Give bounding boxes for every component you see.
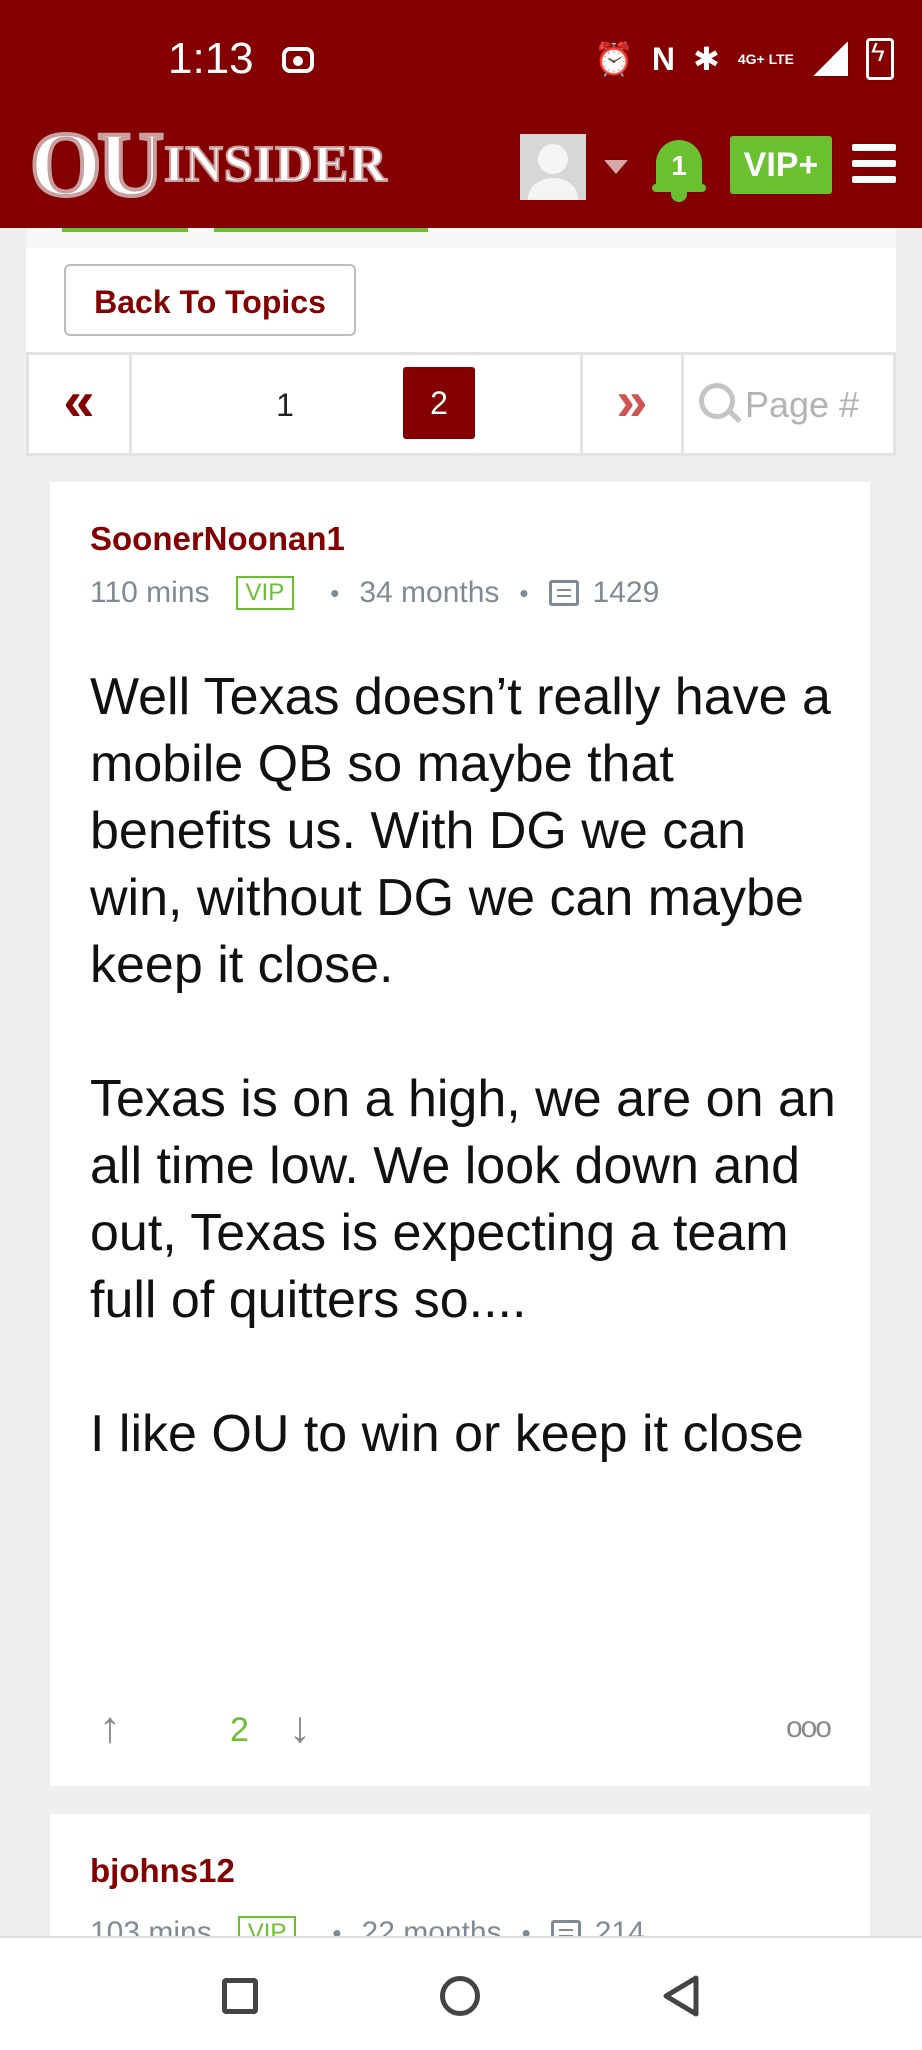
post-meta: 110 mins VIP • 34 months • 1429 <box>90 576 659 610</box>
app-header: 1:13 ⏰ N ✱ 4G+ LTE OU INSIDER 1 VIP+ <box>0 0 922 228</box>
vote-count: 2 <box>230 1711 249 1749</box>
bluetooth-battery-icon: ✱ <box>693 41 720 77</box>
system-navigation-bar <box>0 1936 922 2050</box>
recent-apps-icon[interactable] <box>222 1978 258 2014</box>
vip-badge: VIP <box>235 576 295 610</box>
battery-icon <box>866 37 894 80</box>
nfc-icon: N <box>651 40 676 77</box>
notifications-bell-icon[interactable]: 1 <box>652 130 706 206</box>
signal-icon <box>812 42 848 76</box>
ou-insider-logo[interactable]: OU INSIDER <box>28 113 388 215</box>
post-actions: ↑ 2 ↓ ooo <box>90 1700 832 1760</box>
post-paragraph: Well Texas doesn’t really have a mobile … <box>90 668 831 994</box>
pagination: « 1 2 » <box>26 352 896 456</box>
page-1-link[interactable]: 1 <box>249 369 321 441</box>
network-type: 4G+ LTE <box>737 50 794 67</box>
logo-ou: OU <box>28 113 166 215</box>
back-triangle-icon[interactable] <box>660 1974 704 2018</box>
back-to-topics-button[interactable]: Back To Topics <box>64 264 356 336</box>
downvote-arrow-icon[interactable]: ↓ <box>280 1700 320 1756</box>
last-page-button[interactable]: » <box>580 355 684 453</box>
post-count: 1429 <box>592 576 660 609</box>
back-area: Back To Topics <box>26 248 896 352</box>
post-card: SoonerNoonan1 110 mins VIP • 34 months •… <box>50 482 870 1786</box>
post-card: bjohns12 103 mins VIP • 22 months • 214 <box>50 1814 870 1954</box>
separator-dot: • <box>519 577 529 608</box>
status-bar: 1:13 ⏰ N ✱ 4G+ LTE <box>0 0 922 110</box>
member-tenure: 34 months <box>359 576 500 609</box>
notification-count: 1 <box>671 150 687 181</box>
post-body: Well Texas doesn’t really have a mobile … <box>90 664 850 1535</box>
chevron-down-icon[interactable] <box>604 160 628 174</box>
site-navbar: OU INSIDER 1 VIP+ <box>0 110 922 228</box>
logo-insider: INSIDER <box>163 135 388 194</box>
search-icon <box>699 383 735 419</box>
home-icon[interactable] <box>440 1976 480 2016</box>
post-author[interactable]: SoonerNoonan1 <box>90 520 345 558</box>
vip-plus-button[interactable]: VIP+ <box>730 136 832 194</box>
post-paragraph: Texas is on a high, we are on an all tim… <box>90 1070 836 1329</box>
separator-dot: • <box>330 577 340 608</box>
status-icons: ⏰ N ✱ 4G+ LTE <box>594 37 894 80</box>
post-author[interactable]: bjohns12 <box>90 1852 235 1890</box>
first-page-button[interactable]: « <box>29 355 132 453</box>
comment-count-icon <box>548 580 579 606</box>
tab-strip-remnant <box>26 228 896 248</box>
status-time: 1:13 <box>168 34 254 83</box>
page-2-current[interactable]: 2 <box>403 367 475 439</box>
page-number-input[interactable] <box>743 377 887 433</box>
hamburger-menu-icon[interactable] <box>852 144 896 184</box>
topic-content: Back To Topics « 1 2 » SoonerNoonan1 110… <box>0 228 922 1954</box>
page-search <box>681 355 893 453</box>
upvote-arrow-icon[interactable]: ↑ <box>90 1700 130 1756</box>
alarm-icon: ⏰ <box>594 41 634 77</box>
more-options-icon[interactable]: ooo <box>786 1700 832 1756</box>
user-avatar[interactable] <box>520 134 586 200</box>
post-time: 110 mins <box>90 576 210 609</box>
post-paragraph: I like OU to win or keep it close <box>90 1405 804 1463</box>
screen-record-icon <box>282 47 314 73</box>
